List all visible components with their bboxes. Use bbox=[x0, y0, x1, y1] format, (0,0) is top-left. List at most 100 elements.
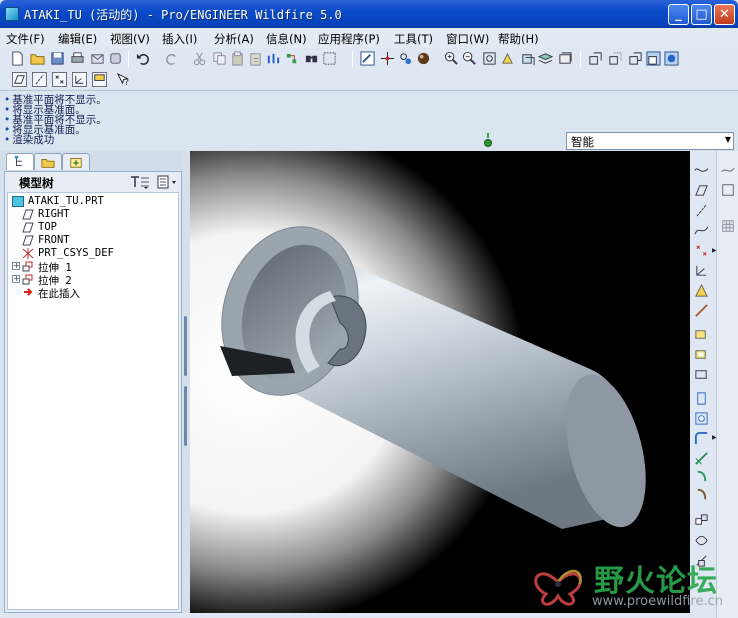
chevron-down-icon: ▼ bbox=[724, 135, 731, 144]
menu-info[interactable]: 信息(N) bbox=[266, 31, 307, 47]
favorites-tab[interactable] bbox=[62, 153, 90, 170]
wireframe-icon[interactable] bbox=[588, 51, 603, 66]
context-help-icon[interactable]: ? bbox=[116, 72, 131, 87]
find-icon[interactable] bbox=[304, 51, 319, 66]
message-line: 渲染成功 bbox=[4, 132, 54, 147]
splitter-handle[interactable] bbox=[184, 316, 187, 376]
revolve-icon[interactable] bbox=[694, 487, 709, 502]
analysis-feature-icon[interactable] bbox=[694, 283, 709, 298]
expand-icon[interactable]: + bbox=[12, 262, 20, 270]
menu-applications[interactable]: 应用程序(P) bbox=[318, 31, 380, 47]
select-box-icon[interactable] bbox=[322, 51, 337, 66]
menu-tools[interactable]: 工具(T) bbox=[394, 31, 433, 47]
shell-icon[interactable] bbox=[694, 347, 709, 362]
mirror-icon[interactable] bbox=[694, 513, 709, 528]
sketch-tool-icon[interactable] bbox=[694, 303, 709, 318]
merge-icon[interactable] bbox=[694, 533, 709, 548]
tree-item-extrude-1[interactable]: + 拉伸 1 bbox=[12, 260, 162, 274]
copy-icon[interactable] bbox=[212, 51, 227, 66]
regen-manager-icon[interactable] bbox=[284, 51, 299, 66]
tree-item-label: PRT_CSYS_DEF bbox=[38, 247, 114, 259]
menu-insert[interactable]: 插入(I) bbox=[162, 31, 197, 47]
placement-icon[interactable] bbox=[694, 327, 709, 342]
menu-view[interactable]: 视图(V) bbox=[110, 31, 150, 47]
tree-settings-icon[interactable] bbox=[129, 175, 151, 189]
menu-analysis[interactable]: 分析(A) bbox=[214, 31, 254, 47]
enhanced-realism-icon[interactable] bbox=[664, 51, 679, 66]
email-icon[interactable] bbox=[90, 51, 105, 66]
model-viewport[interactable] bbox=[190, 151, 690, 613]
datum-plane-display-icon[interactable] bbox=[12, 72, 27, 87]
no-hidden-icon[interactable] bbox=[628, 51, 643, 66]
regenerate-icon[interactable] bbox=[266, 51, 281, 66]
csys-display-icon[interactable] bbox=[72, 72, 87, 87]
datum-point-icon[interactable] bbox=[694, 243, 709, 258]
datum-curve-icon[interactable] bbox=[694, 223, 709, 238]
tree-item-top[interactable]: TOP bbox=[22, 221, 162, 234]
undo-icon[interactable] bbox=[136, 51, 151, 66]
tree-item-front[interactable]: FRONT bbox=[22, 234, 162, 247]
datum-axis-display-icon[interactable] bbox=[32, 72, 47, 87]
mail-attach-icon[interactable] bbox=[108, 51, 123, 66]
shading-icon[interactable] bbox=[646, 51, 661, 66]
grid-icon[interactable] bbox=[721, 219, 735, 233]
menu-edit[interactable]: 编辑(E) bbox=[58, 31, 97, 47]
right-toolbar-gutter bbox=[716, 151, 738, 618]
panel-splitter[interactable] bbox=[182, 151, 190, 613]
annotation-display-icon[interactable] bbox=[92, 72, 107, 87]
paste-special-icon[interactable] bbox=[248, 51, 263, 66]
model-tree-tab[interactable] bbox=[6, 153, 34, 170]
tree-item-extrude-2[interactable]: + 拉伸 2 bbox=[12, 273, 162, 287]
menu-window[interactable]: 窗口(W) bbox=[446, 31, 489, 47]
refit-icon[interactable] bbox=[482, 51, 497, 66]
display-style-icon[interactable] bbox=[416, 51, 431, 66]
paste-icon[interactable] bbox=[230, 51, 245, 66]
hole-icon[interactable] bbox=[694, 411, 709, 426]
chamfer-icon[interactable] bbox=[694, 451, 709, 466]
zoom-out-icon[interactable] bbox=[462, 51, 477, 66]
datum-sketch-icon[interactable] bbox=[721, 183, 735, 197]
open-icon[interactable] bbox=[30, 51, 45, 66]
zoom-in-icon[interactable] bbox=[444, 51, 459, 66]
datum-point-display-icon[interactable] bbox=[52, 72, 67, 87]
tree-item-label: FRONT bbox=[38, 234, 70, 246]
selection-filter-dropdown[interactable]: 智能 ▼ bbox=[566, 132, 734, 150]
folder-browser-tab[interactable] bbox=[34, 153, 62, 170]
reorient-icon[interactable] bbox=[500, 51, 515, 66]
new-icon[interactable] bbox=[10, 51, 25, 66]
model-display-icon[interactable] bbox=[558, 51, 573, 66]
menu-file[interactable]: 文件(F) bbox=[6, 31, 45, 47]
saved-views-icon[interactable] bbox=[520, 51, 535, 66]
close-button[interactable]: ✕ bbox=[714, 4, 735, 25]
menu-help[interactable]: 帮助(H) bbox=[498, 31, 539, 47]
tree-show-icon[interactable] bbox=[157, 175, 179, 189]
expand-icon[interactable]: + bbox=[12, 275, 20, 283]
cut-icon[interactable] bbox=[192, 51, 207, 66]
tree-item-csys[interactable]: PRT_CSYS_DEF bbox=[22, 247, 162, 260]
rib-icon[interactable] bbox=[694, 367, 709, 382]
minimize-button[interactable]: _ bbox=[668, 4, 689, 25]
hidden-line-icon[interactable] bbox=[608, 51, 623, 66]
spin-center-icon[interactable] bbox=[380, 51, 395, 66]
sketch-curve-icon[interactable] bbox=[694, 163, 709, 178]
splitter-handle[interactable] bbox=[184, 386, 187, 446]
orient-icon[interactable] bbox=[398, 51, 413, 66]
insert-here-icon bbox=[24, 288, 33, 296]
tree-item-insert-here[interactable]: 在此插入 bbox=[22, 286, 162, 300]
datum-axis-icon[interactable] bbox=[694, 203, 709, 218]
datum-plane-icon[interactable] bbox=[694, 183, 709, 198]
draft-icon[interactable] bbox=[694, 391, 709, 406]
round-icon[interactable] bbox=[694, 431, 709, 446]
layers-icon[interactable] bbox=[538, 51, 553, 66]
redo-icon[interactable] bbox=[164, 51, 179, 66]
sketch-icon[interactable] bbox=[721, 163, 735, 177]
maximize-button[interactable]: □ bbox=[691, 4, 712, 25]
extrude-tool-icon[interactable] bbox=[694, 469, 709, 484]
tree-item-part[interactable]: ATAKI_TU.PRT bbox=[12, 195, 162, 208]
tree-item-right[interactable]: RIGHT bbox=[22, 208, 162, 221]
save-icon[interactable] bbox=[50, 51, 65, 66]
print-icon[interactable] bbox=[70, 51, 85, 66]
datum-csys-icon[interactable] bbox=[694, 263, 709, 278]
graphics-window[interactable] bbox=[190, 151, 690, 613]
repaint-icon[interactable] bbox=[360, 51, 375, 66]
